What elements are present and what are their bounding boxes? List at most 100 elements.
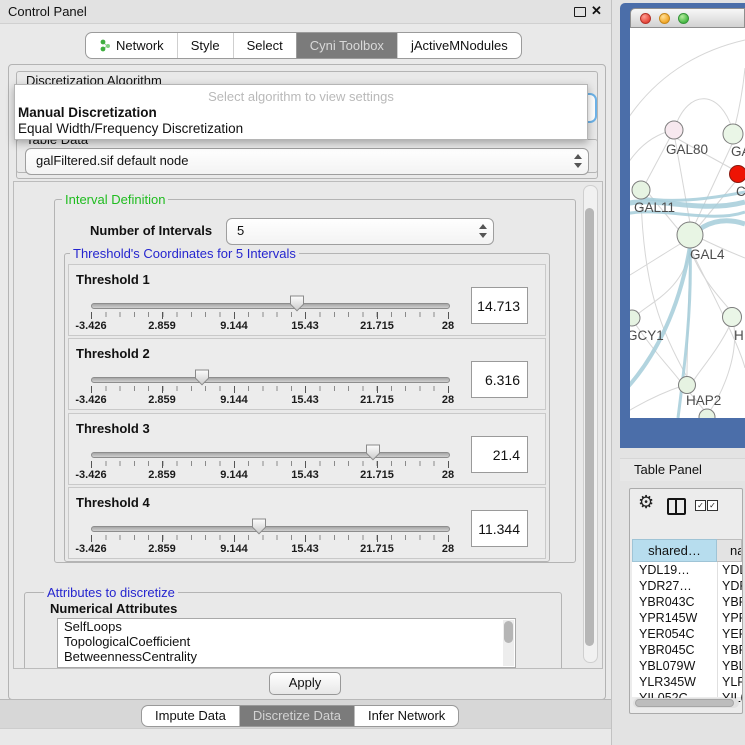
attributes-list[interactable]: SelfLoops TopologicalCoefficient Between… — [57, 618, 516, 668]
checkbox-icon[interactable]: ✓ — [695, 500, 706, 511]
slider-track[interactable] — [91, 377, 450, 383]
float-window-icon[interactable] — [574, 7, 586, 17]
tab-infer-network[interactable]: Infer Network — [354, 706, 458, 726]
minimize-traffic-light[interactable] — [659, 13, 670, 24]
list-item[interactable]: BetweennessCentrality — [58, 649, 515, 664]
horizontal-scrollbar[interactable] — [633, 698, 739, 708]
network-node-label: GCY1 — [630, 328, 664, 343]
dropdown-placeholder: Select algorithm to view settings — [15, 89, 587, 104]
network-node[interactable] — [699, 409, 715, 418]
tab-network[interactable]: Network — [86, 33, 177, 58]
tick-label: 2.859 — [148, 320, 176, 332]
cell: YBR045C — [639, 642, 695, 658]
threshold-value-field[interactable]: 11.344 — [471, 510, 528, 547]
tab-style[interactable]: Style — [177, 33, 233, 58]
tick-label: 15.43 — [291, 394, 319, 406]
table-card: ⚙ ✓ ✓ shared… na YDL19…YDL1 YDR27…YDR2 Y… — [629, 488, 743, 714]
zoom-traffic-light[interactable] — [678, 13, 689, 24]
network-node-label: H — [734, 328, 744, 343]
slider-track[interactable] — [91, 526, 450, 532]
network-node[interactable] — [723, 124, 743, 144]
table-data-combobox[interactable]: galFiltered.sif default node — [25, 148, 589, 175]
tick-label: 2.859 — [148, 394, 176, 406]
tick-label: 21.715 — [360, 394, 394, 406]
threshold-title: Threshold 4 — [76, 495, 150, 510]
network-canvas[interactable]: GAL80GACGAL11GAL4GCY1HHAP2 — [630, 28, 745, 418]
table-row[interactable]: YER054CYER0 — [632, 626, 742, 642]
tab-select[interactable]: Select — [233, 33, 296, 58]
tab-impute-data[interactable]: Impute Data — [142, 706, 239, 726]
tab-label: Select — [247, 34, 283, 57]
slider-thumb[interactable] — [251, 518, 267, 535]
tick-label: -3.426 — [75, 320, 106, 332]
scrollbar-thumb[interactable] — [504, 621, 513, 643]
threshold-value-field[interactable]: 6.316 — [471, 361, 528, 398]
slider-thumb[interactable] — [289, 295, 305, 312]
list-scrollbar[interactable] — [503, 620, 514, 666]
network-node[interactable] — [665, 121, 683, 139]
column-header-name[interactable]: na — [717, 539, 742, 562]
apply-button[interactable]: Apply — [269, 672, 341, 695]
tick-label: 15.43 — [291, 469, 319, 481]
dropdown-option-equal-width[interactable]: Equal Width/Frequency Discretization — [18, 121, 243, 136]
cell: YBR0 — [722, 594, 743, 610]
slider-track[interactable] — [91, 452, 450, 458]
vertical-scrollbar[interactable] — [583, 185, 598, 663]
tick-label: 28 — [442, 469, 454, 481]
network-node[interactable] — [677, 222, 703, 248]
tab-discretize-data[interactable]: Discretize Data — [239, 706, 354, 726]
num-intervals-label: Number of Intervals — [90, 223, 212, 238]
table-row[interactable]: YBR043CYBR0 — [632, 594, 742, 610]
network-node[interactable] — [630, 310, 640, 326]
threshold-value-field[interactable]: 21.4 — [471, 436, 528, 473]
network-icon — [99, 39, 111, 52]
table-row[interactable]: YLR345WYLR3 — [632, 674, 742, 690]
tab-label: Network — [116, 34, 164, 57]
table-row[interactable]: YPR145WYPR1 — [632, 610, 742, 626]
tab-label: Cyni Toolbox — [310, 34, 384, 57]
slider-thumb[interactable] — [194, 369, 210, 386]
threshold-3-panel: Threshold 3 -3.426 2.859 9.144 15.43 21.… — [68, 413, 546, 485]
list-item[interactable]: SelfLoops — [58, 619, 515, 634]
network-node[interactable] — [632, 181, 650, 199]
numerical-attributes-label: Numerical Attributes — [50, 601, 177, 616]
network-node-label: GAL11 — [634, 200, 675, 215]
table-row[interactable]: YBL079WYBL0 — [632, 658, 742, 674]
network-node[interactable] — [723, 308, 742, 327]
network-node[interactable] — [679, 377, 696, 394]
table-row[interactable]: YDL19…YDL1 — [632, 562, 742, 578]
scrollbar-thumb[interactable] — [585, 208, 594, 646]
panel-title: Control Panel — [8, 4, 87, 19]
column-header-shared[interactable]: shared… — [632, 539, 717, 562]
threshold-1-panel: Threshold 1 -3.426 2.859 9.144 15.43 21.… — [68, 264, 546, 336]
dropdown-option-manual[interactable]: Manual Discretization — [18, 105, 157, 120]
tick-label: 9.144 — [220, 394, 248, 406]
slider-thumb[interactable] — [365, 444, 381, 461]
threshold-value-field[interactable]: 14.713 — [471, 287, 528, 324]
tick-label: 21.715 — [360, 469, 394, 481]
cell: YPR145W — [639, 610, 697, 626]
screenshot: Control Panel ✕ Network Style Select Cyn… — [0, 0, 745, 745]
num-intervals-combobox[interactable]: 5 — [226, 218, 494, 245]
checkbox-icon[interactable]: ✓ — [707, 500, 718, 511]
network-node[interactable] — [730, 166, 745, 183]
spinner-arrows-icon — [574, 153, 583, 169]
num-intervals-value: 5 — [237, 219, 244, 243]
close-icon[interactable]: ✕ — [591, 3, 602, 19]
slider-ticks — [91, 386, 449, 391]
slider-track[interactable] — [91, 303, 450, 309]
tab-jactivemnodules[interactable]: jActiveMNodules — [397, 33, 521, 58]
split-columns-icon[interactable] — [667, 498, 686, 515]
gear-icon[interactable]: ⚙ — [638, 493, 654, 511]
table-data-value: galFiltered.sif default node — [36, 149, 188, 173]
table-row[interactable]: YBR045CYBR0 — [632, 642, 742, 658]
tick-label: 28 — [442, 394, 454, 406]
tab-cyni-toolbox[interactable]: Cyni Toolbox — [296, 33, 397, 58]
tick-label: 9.144 — [220, 320, 248, 332]
tick-label: 2.859 — [148, 469, 176, 481]
close-traffic-light[interactable] — [640, 13, 651, 24]
table-row[interactable]: YDR27…YDR2 — [632, 578, 742, 594]
list-item[interactable]: TopologicalCoefficient — [58, 634, 515, 649]
cell: YBL0 — [722, 658, 743, 674]
scrollbar-thumb[interactable] — [635, 699, 734, 707]
